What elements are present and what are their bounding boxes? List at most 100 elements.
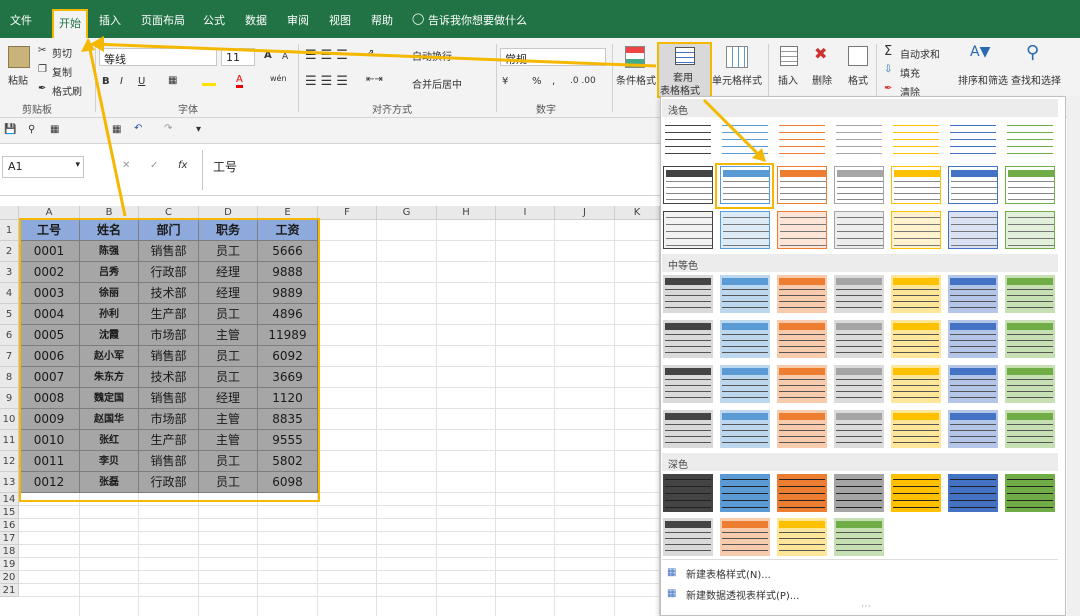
table-cell[interactable]: 0003 bbox=[19, 283, 80, 304]
vertical-align-icons[interactable]: ☰☰☰ bbox=[305, 48, 352, 63]
row-header-8[interactable]: 8 bbox=[0, 367, 19, 388]
tab-page-layout[interactable]: 页面布局 bbox=[141, 12, 185, 28]
table-style-swatch[interactable] bbox=[834, 275, 884, 313]
insert-function-button[interactable]: fx bbox=[178, 160, 187, 171]
table-style-swatch[interactable] bbox=[834, 474, 884, 512]
table-cell[interactable]: 张红 bbox=[80, 430, 139, 451]
border-icon[interactable]: ▦ bbox=[168, 75, 177, 86]
table-style-swatch[interactable] bbox=[948, 275, 998, 313]
cut-button[interactable]: 剪切 bbox=[52, 45, 72, 60]
table-cell[interactable]: 员工 bbox=[199, 451, 258, 472]
table-cell[interactable]: 0012 bbox=[19, 472, 80, 493]
table-cell[interactable]: 沈霞 bbox=[80, 325, 139, 346]
table-header-cell[interactable]: 姓名 bbox=[80, 220, 139, 241]
table-style-swatch[interactable] bbox=[1005, 365, 1055, 403]
table-style-swatch[interactable] bbox=[1005, 211, 1055, 249]
table-cell[interactable]: 员工 bbox=[199, 304, 258, 325]
table-style-swatch[interactable] bbox=[1005, 121, 1055, 159]
table-cell[interactable]: 0008 bbox=[19, 388, 80, 409]
table-style-swatch[interactable] bbox=[891, 410, 941, 448]
table-style-swatch[interactable] bbox=[948, 320, 998, 358]
currency-icon[interactable]: ¥ bbox=[502, 76, 508, 87]
table-cell[interactable]: 0007 bbox=[19, 367, 80, 388]
table-cell[interactable]: 技术部 bbox=[139, 283, 199, 304]
table-cell[interactable]: 孙利 bbox=[80, 304, 139, 325]
table-cell[interactable]: 主管 bbox=[199, 430, 258, 451]
table-header-cell[interactable]: 职务 bbox=[199, 220, 258, 241]
table-style-swatch[interactable] bbox=[777, 166, 827, 204]
table-style-swatch[interactable] bbox=[663, 410, 713, 448]
row-header-3[interactable]: 3 bbox=[0, 262, 19, 283]
table-style-swatch[interactable] bbox=[720, 121, 770, 159]
table-cell[interactable]: 吕秀 bbox=[80, 262, 139, 283]
new-table-style-item[interactable]: 新建表格样式(N)... bbox=[686, 566, 771, 581]
table-style-swatch[interactable] bbox=[777, 320, 827, 358]
row-header-17[interactable]: 17 bbox=[0, 532, 19, 545]
tab-file[interactable]: 文件 bbox=[10, 12, 32, 28]
new-pivot-style-item[interactable]: 新建数据透视表样式(P)... bbox=[686, 587, 799, 602]
row-header-9[interactable]: 9 bbox=[0, 388, 19, 409]
table-cell[interactable]: 销售部 bbox=[139, 241, 199, 262]
table-style-swatch[interactable] bbox=[663, 474, 713, 512]
table-style-swatch[interactable] bbox=[891, 166, 941, 204]
table-style-swatch[interactable] bbox=[720, 275, 770, 313]
table-style-swatch[interactable] bbox=[1005, 410, 1055, 448]
table-cell[interactable]: 员工 bbox=[199, 346, 258, 367]
worksheet-grid[interactable]: A B C D E F G H I J K 1 2 3 4 5 6 7 8 9 10 11 12 13 14 15 16 17 18 19… bbox=[0, 206, 660, 616]
table-style-swatch[interactable] bbox=[663, 320, 713, 358]
row-header-15[interactable]: 15 bbox=[0, 506, 19, 519]
table-style-swatch[interactable] bbox=[834, 166, 884, 204]
copy-button[interactable]: 复制 bbox=[52, 64, 72, 79]
table-style-swatch[interactable] bbox=[663, 365, 713, 403]
table-style-swatch[interactable] bbox=[777, 365, 827, 403]
name-box[interactable]: A1 ▾ bbox=[2, 156, 84, 178]
tab-home[interactable]: 开始 bbox=[52, 9, 88, 38]
table-style-swatch[interactable] bbox=[834, 121, 884, 159]
redo-icon[interactable]: ↷ bbox=[164, 123, 172, 134]
table-cell[interactable]: 生产部 bbox=[139, 430, 199, 451]
table-style-swatch[interactable] bbox=[1005, 166, 1055, 204]
bold-button[interactable]: B bbox=[102, 76, 110, 87]
row-header-18[interactable]: 18 bbox=[0, 545, 19, 558]
merge-center-button[interactable]: 合并后居中 bbox=[412, 76, 462, 91]
table-style-swatch[interactable] bbox=[891, 474, 941, 512]
table-style-swatch[interactable] bbox=[948, 410, 998, 448]
table-cell[interactable]: 员工 bbox=[199, 241, 258, 262]
font-grow-button[interactable]: A bbox=[264, 50, 272, 61]
table-cell[interactable]: 主管 bbox=[199, 325, 258, 346]
table-style-swatch[interactable] bbox=[891, 275, 941, 313]
table-cell[interactable]: 经理 bbox=[199, 283, 258, 304]
table-style-swatch[interactable] bbox=[663, 275, 713, 313]
table-cell[interactable]: 技术部 bbox=[139, 367, 199, 388]
column-header-D[interactable]: D bbox=[199, 206, 258, 220]
table-cell[interactable]: 5666 bbox=[258, 241, 318, 262]
table-style-swatch[interactable] bbox=[720, 410, 770, 448]
table-cell[interactable]: 5802 bbox=[258, 451, 318, 472]
horizontal-align-icons[interactable]: ☰☰☰ bbox=[305, 74, 352, 89]
table-cell[interactable]: 销售部 bbox=[139, 346, 199, 367]
formula-input[interactable]: 工号 bbox=[202, 150, 658, 190]
insert-cells-button[interactable]: 插入 bbox=[778, 72, 798, 87]
enter-icon[interactable]: ✓ bbox=[150, 160, 158, 171]
table-cell[interactable]: 赵小军 bbox=[80, 346, 139, 367]
table-cell[interactable]: 9889 bbox=[258, 283, 318, 304]
save-icon[interactable]: 💾 bbox=[4, 124, 16, 135]
table-style-swatch[interactable] bbox=[891, 121, 941, 159]
tab-insert[interactable]: 插入 bbox=[99, 12, 121, 28]
row-header-14[interactable]: 14 bbox=[0, 493, 19, 506]
row-header-10[interactable]: 10 bbox=[0, 409, 19, 430]
table-style-swatch[interactable] bbox=[948, 365, 998, 403]
column-header-J[interactable]: J bbox=[555, 206, 615, 220]
row-header-2[interactable]: 2 bbox=[0, 241, 19, 262]
phonetic-button[interactable]: wén bbox=[270, 74, 287, 83]
autosum-button[interactable]: 自动求和 bbox=[900, 46, 940, 61]
column-header-C[interactable]: C bbox=[139, 206, 199, 220]
undo-icon[interactable]: ↶ bbox=[134, 123, 142, 134]
table-style-swatch[interactable] bbox=[891, 211, 941, 249]
table-header-cell[interactable]: 工资 bbox=[258, 220, 318, 241]
format-as-table-button[interactable]: 套用 表格格式 bbox=[657, 42, 712, 98]
comma-button[interactable]: , bbox=[552, 76, 555, 87]
wrap-text-button[interactable]: 自动换行 bbox=[412, 48, 452, 63]
number-format-select[interactable]: 常规 bbox=[500, 48, 606, 66]
table-style-swatch[interactable] bbox=[663, 121, 713, 159]
